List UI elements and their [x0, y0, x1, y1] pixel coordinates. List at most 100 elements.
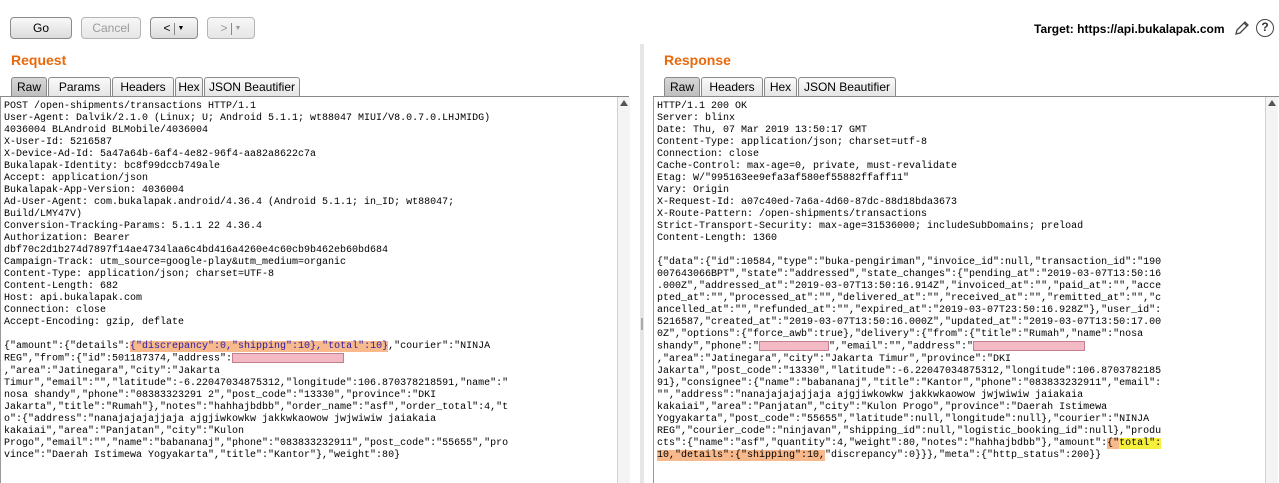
- header-line: Content-Type: application/json; charset=…: [657, 137, 928, 148]
- body-text: cts":{"name":"asf","quantity":4,"weight"…: [657, 437, 1108, 449]
- response-text: HTTP/1.1 200 OK Server: blinx Date: Thu,…: [657, 101, 1162, 462]
- back-button[interactable]: < ▼: [150, 17, 198, 39]
- go-label: Go: [32, 21, 49, 35]
- go-button[interactable]: Go: [10, 17, 72, 39]
- help-icon[interactable]: ?: [1256, 19, 1274, 37]
- body-text: shandy","phone":": [657, 341, 760, 353]
- body-text: nosa shandy","phone":"08383323291 2","po…: [4, 389, 437, 401]
- target-display: Target: https://api.bukalapak.com: [1034, 22, 1225, 36]
- body-text: {"amount":{"details":: [4, 341, 131, 352]
- header-line: Date: Thu, 07 Mar 2019 13:50:17 GMT: [657, 125, 868, 136]
- body-text: 5216587,"created_at":"2019-03-07T13:50:1…: [657, 317, 1162, 328]
- request-title: Request: [11, 52, 67, 68]
- divider-grip-icon[interactable]: [641, 318, 643, 330]
- header-line: Accept-Encoding: gzip, deflate: [4, 317, 185, 328]
- target-label: Target:: [1034, 22, 1074, 36]
- body-text: Jakarta","post_code":"13330","latitude":…: [657, 365, 1162, 377]
- forward-button[interactable]: > ▼: [207, 17, 255, 39]
- tab-hex[interactable]: Hex: [175, 77, 203, 97]
- header-line: Content-Length: 682: [4, 281, 119, 292]
- tab-raw[interactable]: Raw: [11, 77, 47, 97]
- separator: [230, 22, 232, 35]
- body-text: 91},"consignee":{"name":"babananaj","tit…: [657, 377, 1162, 389]
- header-line: Ad-User-Agent: com.bukalapak.android/4.3…: [4, 197, 455, 208]
- body-text: ,"courier":"NINJA: [388, 341, 491, 352]
- body-text: ,"area":"Jatinegara","city":"Jakarta: [4, 365, 221, 377]
- header-line: Strict-Transport-Security: max-age=31536…: [657, 221, 1084, 232]
- body-text: kakaiai","area":"Panjatan","city":"Kulon…: [657, 401, 1108, 413]
- body-text: ,"area":"Jatinegara","city":"Jakarta Tim…: [657, 353, 1012, 365]
- tab-params[interactable]: Params: [48, 77, 111, 97]
- redacted-address: [973, 341, 1086, 351]
- separator: [173, 22, 175, 35]
- tab-headers[interactable]: Headers: [112, 77, 174, 97]
- status-line: HTTP/1.1 200 OK: [657, 101, 748, 112]
- body-text: kakaiai","area":"Panjatan","city":"Kulon: [4, 425, 245, 437]
- header-line: User-Agent: Dalvik/2.1.0 (Linux; U; Andr…: [4, 113, 491, 124]
- redacted-phone: [759, 341, 830, 351]
- request-line: POST /open-shipments/transactions HTTP/1…: [4, 101, 257, 112]
- body-text: "","address":"nanajajajajjaja ajgjiwkowk…: [657, 389, 1084, 401]
- response-editor[interactable]: HTTP/1.1 200 OK Server: blinx Date: Thu,…: [653, 97, 1265, 483]
- pencil-icon[interactable]: [1234, 20, 1250, 36]
- chevron-down-icon: ▼: [177, 24, 185, 32]
- header-line: X-Device-Ad-Id: 5a47a64b-6af4-4e82-96f4-…: [4, 149, 317, 160]
- tab-json-beautifier[interactable]: JSON Beautifier: [204, 77, 300, 97]
- header-line: dbf70c2d1b274d7897f14ae4734laa6c4bd416a4…: [4, 245, 389, 256]
- header-line: Vary: Origin: [657, 185, 730, 196]
- tab-raw[interactable]: Raw: [664, 77, 700, 97]
- highlighted-amount: {"discrepancy":0,"shipping":10},"total":…: [130, 341, 389, 352]
- header-line: Bukalapak-Identity: bc8f99dccb749ale: [4, 161, 221, 172]
- response-scrollbar[interactable]: [1265, 97, 1278, 483]
- body-text: .000Z","addressed_at":"2019-03-07T13:50:…: [657, 281, 1162, 292]
- body-text: Progo","email":"","name":"babananaj","ph…: [4, 437, 509, 449]
- split-divider[interactable]: [640, 44, 644, 483]
- body-text: 0Z","options":{"force_awb":true},"delive…: [657, 329, 1144, 340]
- tab-headers[interactable]: Headers: [701, 77, 763, 97]
- header-line: Connection: close: [4, 305, 107, 316]
- highlighted-amount: 10,"details":{"shipping":10,: [657, 449, 826, 461]
- body-text: Yogyakarta","post_code":"55655","latitud…: [657, 413, 1150, 425]
- scroll-up-icon[interactable]: [1268, 100, 1276, 106]
- request-text: POST /open-shipments/transactions HTTP/1…: [4, 101, 508, 462]
- tab-hex[interactable]: Hex: [764, 77, 797, 97]
- header-line: Accept: application/json: [4, 173, 149, 184]
- redacted-address: [232, 353, 345, 363]
- response-title: Response: [664, 52, 731, 68]
- body-text: Jakarta","title":"Rumah"},"notes":"hahha…: [4, 401, 509, 413]
- header-line: X-User-Id: 5216587: [4, 137, 113, 148]
- header-line: Bukalapak-App-Version: 4036004: [4, 185, 185, 196]
- header-line: Content-Length: 1360: [657, 233, 778, 244]
- body-text: ","email":"","address":": [829, 341, 974, 353]
- back-arrow-icon: <: [163, 21, 171, 35]
- body-text: vince":"Daerah Istimewa Yogyakarta","tit…: [4, 449, 401, 461]
- header-line: Cache-Control: max-age=0, private, must-…: [657, 161, 958, 172]
- header-line: Conversion-Tracking-Params: 5.1.1 22 4.3…: [4, 221, 263, 232]
- header-line: X-Route-Pattern: /open-shipments/transac…: [657, 209, 928, 220]
- header-line: Authorization: Bearer: [4, 233, 131, 244]
- tab-json-beautifier[interactable]: JSON Beautifier: [798, 77, 896, 97]
- cancel-button[interactable]: Cancel: [81, 17, 141, 39]
- body-text: "discrepancy":0}}},"meta":{"http_status"…: [825, 449, 1102, 461]
- header-line: 4036004 BLAndroid BLMobile/4036004: [4, 125, 209, 136]
- body-text: Timur","email":"","latitude":-6.22047034…: [4, 377, 509, 389]
- body-text: 007643066BPT","state":"addressed","state…: [657, 269, 1162, 280]
- header-line: X-Request-Id: a07c40ed-7a6a-4d60-87dc-88…: [657, 197, 958, 208]
- cancel-label: Cancel: [92, 21, 130, 35]
- body-text: {"data":{"id":10584,"type":"buka-pengiri…: [657, 257, 1162, 268]
- request-editor[interactable]: POST /open-shipments/transactions HTTP/1…: [0, 97, 617, 483]
- request-scrollbar[interactable]: [617, 97, 630, 483]
- header-line: Content-Type: application/json; charset=…: [4, 269, 275, 280]
- forward-arrow-icon: >: [220, 21, 228, 35]
- highlighted-total: total":: [1119, 437, 1162, 449]
- target-url: https://api.bukalapak.com: [1077, 22, 1225, 36]
- scroll-up-icon[interactable]: [620, 100, 628, 106]
- header-line: Etag: W/"995163ee9efa3af580ef55882ffaff1…: [657, 173, 910, 184]
- toolbar: Go Cancel < ▼ > ▼ Target: https://api.buka…: [0, 0, 1279, 44]
- body-text: pted_at":"","processed_at":"","delivered…: [657, 293, 1162, 304]
- header-line: Connection: close: [657, 149, 760, 160]
- body-text: REG","from":{"id":501187374,"address":: [4, 353, 233, 365]
- highlighted-amount: {": [1107, 437, 1120, 449]
- header-line: Server: blinx: [657, 113, 736, 124]
- header-line: Host: api.bukalapak.com: [4, 293, 143, 304]
